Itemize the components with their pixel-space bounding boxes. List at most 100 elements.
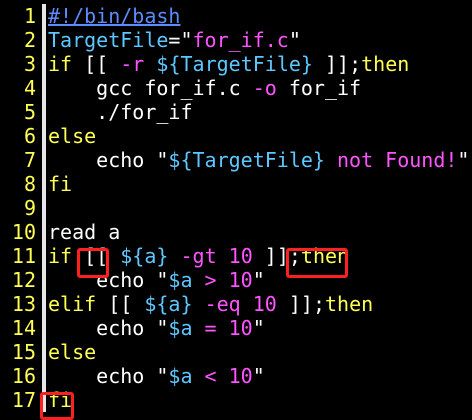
- code-line[interactable]: 1 #!/bin/bash: [0, 4, 472, 28]
- code-text: fi: [48, 172, 72, 196]
- code-text: read a: [48, 220, 120, 244]
- code-token: for_if.c: [192, 28, 289, 52]
- code-lines: 1 #!/bin/bash 2 TargetFile="for_if.c" 3 if [[…: [0, 4, 472, 412]
- code-token: echo: [48, 364, 157, 388]
- gutter-cursor-column: [42, 148, 46, 172]
- code-token: else: [48, 124, 97, 148]
- gutter-cursor-column: [42, 124, 46, 148]
- code-token: =: [168, 28, 181, 52]
- gutter-cursor-column: [42, 196, 46, 220]
- code-line[interactable]: 6 else: [0, 124, 472, 148]
- code-token: ": [252, 316, 265, 340]
- line-number: 17: [11, 388, 36, 412]
- code-token: echo: [48, 268, 157, 292]
- code-line[interactable]: 16 echo "$a < 10": [0, 364, 472, 388]
- code-token: ./for_if: [48, 100, 193, 124]
- line-number: 14: [11, 316, 36, 340]
- code-line[interactable]: 12 echo "$a > 10": [0, 268, 472, 292]
- code-text: if [[ ${a} -gt 10 ]];then: [48, 244, 349, 268]
- code-token: ${a}: [144, 292, 193, 316]
- line-number: 4: [23, 76, 36, 100]
- line-number: 16: [11, 364, 36, 388]
- code-line[interactable]: 10 read a: [0, 220, 472, 244]
- code-token: $a: [168, 316, 193, 340]
- code-token: fi: [48, 172, 73, 196]
- line-number: 2: [23, 28, 36, 52]
- code-token: > 10: [192, 268, 253, 292]
- line-number: 15: [11, 340, 36, 364]
- line-number: 3: [23, 52, 36, 76]
- code-line[interactable]: 17 fi: [0, 388, 472, 412]
- code-line[interactable]: 5 ./for_if: [0, 100, 472, 124]
- line-number: 11: [11, 244, 36, 268]
- code-token: fi: [48, 388, 73, 412]
- code-token: if: [48, 244, 73, 268]
- gutter-cursor-column: [42, 4, 46, 28]
- code-token: for_if: [276, 76, 362, 100]
- code-text: ./for_if: [48, 100, 193, 124]
- code-token: echo: [48, 316, 157, 340]
- code-token: elif: [48, 292, 97, 316]
- code-token: not Found!: [324, 148, 458, 172]
- code-token: ${TargetFile}: [168, 148, 325, 172]
- code-token: ": [252, 268, 265, 292]
- code-line[interactable]: 3 if [[ -r ${TargetFile} ]];then: [0, 52, 472, 76]
- line-number: 6: [23, 124, 36, 148]
- code-token: = 10: [192, 316, 253, 340]
- code-token: ${a}: [120, 244, 169, 268]
- gutter-cursor-column: [42, 220, 46, 244]
- code-token: ": [288, 28, 301, 52]
- code-line[interactable]: 15 else: [0, 340, 472, 364]
- code-line[interactable]: 11 if [[ ${a} -gt 10 ]];then: [0, 244, 472, 268]
- code-token: $a: [168, 268, 193, 292]
- line-number: 13: [11, 292, 36, 316]
- gutter-cursor-column: [42, 28, 46, 52]
- code-token: then: [325, 292, 374, 316]
- line-number: 8: [23, 172, 36, 196]
- line-number: 5: [23, 100, 36, 124]
- code-token: -gt: [180, 244, 217, 268]
- gutter-cursor-column: [42, 364, 46, 388]
- code-token: ": [156, 316, 169, 340]
- code-text: fi: [48, 388, 72, 412]
- code-token: else: [48, 340, 97, 364]
- code-text: else: [48, 340, 96, 364]
- gutter-cursor-column: [42, 52, 46, 76]
- gutter-cursor-column: [42, 316, 46, 340]
- code-token: ]];: [312, 52, 362, 76]
- gutter-cursor-column: [42, 172, 46, 196]
- code-line[interactable]: 4 gcc for_if.c -o for_if: [0, 76, 472, 100]
- code-line[interactable]: 14 echo "$a = 10": [0, 316, 472, 340]
- line-number: 7: [23, 148, 36, 172]
- line-number: 10: [11, 220, 36, 244]
- line-number: 9: [23, 196, 36, 220]
- code-line[interactable]: 7 echo "${TargetFile} not Found!": [0, 148, 472, 172]
- code-token: echo: [48, 148, 157, 172]
- code-line[interactable]: 9: [0, 196, 472, 220]
- code-token: -r: [120, 52, 145, 76]
- line-number: 12: [11, 268, 36, 292]
- gutter-cursor-column: [42, 100, 46, 124]
- code-token: ]];: [252, 244, 301, 268]
- code-token: ": [156, 148, 169, 172]
- code-token: 10: [228, 244, 253, 268]
- code-line[interactable]: 2 TargetFile="for_if.c": [0, 28, 472, 52]
- code-token: ": [180, 28, 193, 52]
- code-editor[interactable]: 1 #!/bin/bash 2 TargetFile="for_if.c" 3 if [[…: [0, 4, 472, 420]
- code-token: #!/bin/bash: [48, 4, 181, 28]
- code-text: echo "$a = 10": [48, 316, 265, 340]
- code-token: -o: [252, 76, 277, 100]
- code-text: if [[ -r ${TargetFile} ]];then: [48, 52, 409, 76]
- code-line[interactable]: 8 fi: [0, 172, 472, 196]
- code-text: elif [[ ${a} -eq 10 ]];then: [48, 292, 373, 316]
- code-token: TargetFile: [48, 28, 169, 52]
- gutter-cursor-column: [42, 292, 46, 316]
- code-token: ]];: [276, 292, 325, 316]
- code-token: -eq: [204, 292, 241, 316]
- code-token: ": [457, 148, 470, 172]
- code-line[interactable]: 13 elif [[ ${a} -eq 10 ]];then: [0, 292, 472, 316]
- gutter-cursor-column: [42, 268, 46, 292]
